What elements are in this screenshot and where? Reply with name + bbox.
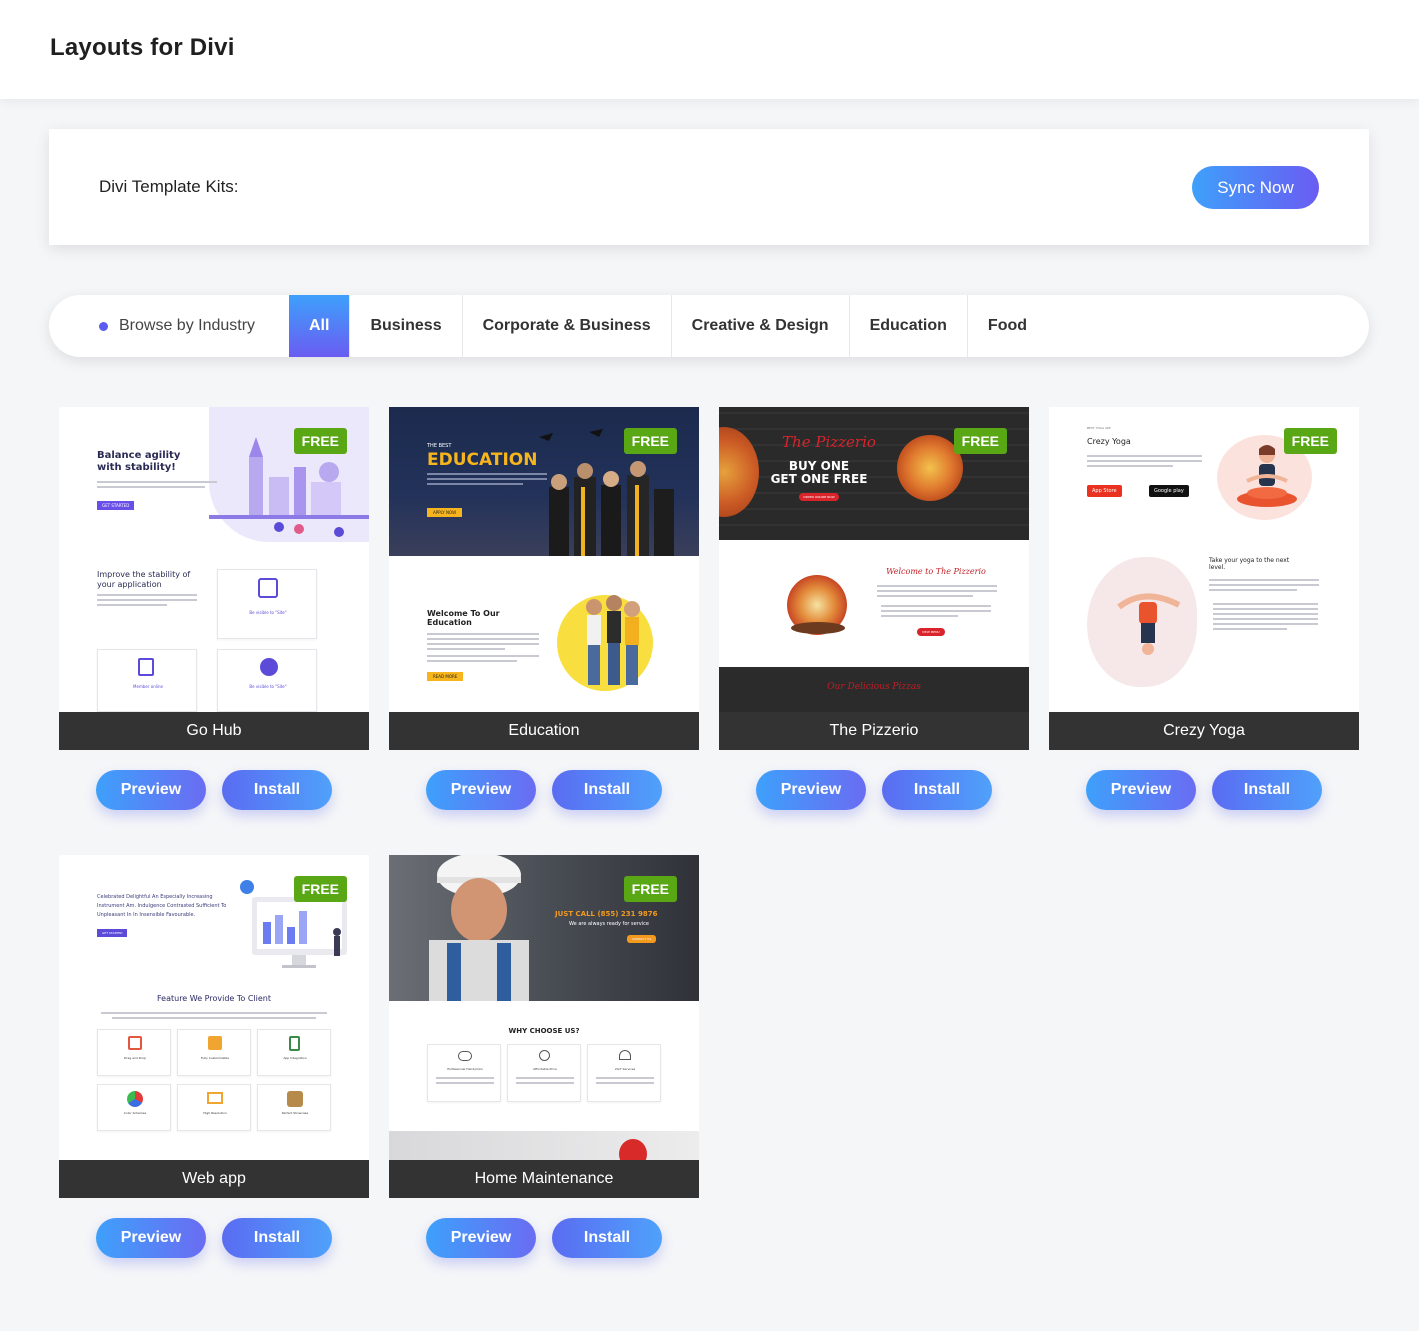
preview-button[interactable]: Preview bbox=[96, 1218, 206, 1258]
thumb-logo: The Pizzerio bbox=[782, 433, 876, 451]
thumb-cta: GET STARTED bbox=[97, 501, 135, 510]
thumb-title: Crezy Yoga bbox=[1087, 437, 1131, 446]
layout-name: Crezy Yoga bbox=[1049, 712, 1359, 750]
browse-label: Browse by Industry bbox=[119, 317, 256, 334]
free-badge: FREE bbox=[293, 428, 347, 454]
thumb-section-title: Improve the stability of your applicatio… bbox=[97, 570, 191, 589]
free-badge: FREE bbox=[623, 428, 677, 454]
thumb-call: JUST CALL (855) 231 9876 bbox=[555, 910, 658, 918]
layout-card-home-maintenance: JUST CALL (855) 231 9876 We are always r… bbox=[389, 855, 699, 1258]
card-actions: Preview Install bbox=[426, 770, 662, 810]
page-title: Layouts for Divi bbox=[50, 34, 235, 61]
browse-by-industry: Browse by Industry bbox=[99, 295, 255, 357]
layout-thumbnail[interactable]: JUST CALL (855) 231 9876 We are always r… bbox=[389, 855, 699, 1160]
thumb-headline: Balance agility with stability! bbox=[97, 450, 181, 473]
install-button[interactable]: Install bbox=[222, 770, 332, 810]
free-badge: FREE bbox=[293, 876, 347, 902]
layout-name: Go Hub bbox=[59, 712, 369, 750]
layout-name: Education bbox=[389, 712, 699, 750]
layout-thumbnail[interactable]: The Pizzerio BUY ONE GET ONE FREE ORDER … bbox=[719, 407, 1029, 712]
layout-name: Home Maintenance bbox=[389, 1160, 699, 1198]
free-badge: FREE bbox=[953, 428, 1007, 454]
free-badge: FREE bbox=[1283, 428, 1337, 454]
template-kits-label: Divi Template Kits: bbox=[99, 177, 239, 196]
sync-now-button[interactable]: Sync Now bbox=[1192, 166, 1319, 209]
layout-card-go-hub: Balance agility with stability! GET STAR… bbox=[59, 407, 369, 810]
layout-thumbnail[interactable]: THE BEST EDUCATION APPLY NOW Welcome To … bbox=[389, 407, 699, 712]
thumb-section-title: Feature We Provide To Client bbox=[157, 994, 271, 1003]
preview-button[interactable]: Preview bbox=[756, 770, 866, 810]
thumb-headline: Celebrated Delightful An Especially Incr… bbox=[97, 894, 227, 918]
industry-filter-bar: Browse by Industry All Business Corporat… bbox=[49, 295, 1369, 357]
template-kits-panel: Divi Template Kits: Sync Now bbox=[49, 129, 1369, 245]
preview-button[interactable]: Preview bbox=[426, 1218, 536, 1258]
top-header: Layouts for Divi bbox=[0, 0, 1419, 99]
install-button[interactable]: Install bbox=[552, 770, 662, 810]
layout-thumbnail[interactable]: Celebrated Delightful An Especially Incr… bbox=[59, 855, 369, 1160]
layout-card-web-app: Celebrated Delightful An Especially Incr… bbox=[59, 855, 369, 1258]
card-actions: Preview Install bbox=[96, 1218, 332, 1258]
layout-card-crezy-yoga: BEST YOGA APP Crezy Yoga App Store Googl… bbox=[1049, 407, 1359, 810]
tab-education[interactable]: Education bbox=[850, 295, 968, 357]
layout-card-education: THE BEST EDUCATION APPLY NOW Welcome To … bbox=[389, 407, 699, 810]
thumb-section-title: Welcome To Our Education bbox=[427, 609, 500, 627]
preview-button[interactable]: Preview bbox=[426, 770, 536, 810]
card-actions: Preview Install bbox=[426, 1218, 662, 1258]
install-button[interactable]: Install bbox=[882, 770, 992, 810]
tab-creative-design[interactable]: Creative & Design bbox=[672, 295, 850, 357]
card-actions: Preview Install bbox=[96, 770, 332, 810]
layout-name: Web app bbox=[59, 1160, 369, 1198]
layout-name: The Pizzerio bbox=[719, 712, 1029, 750]
thumb-section-title: Take your yoga to the next level. bbox=[1209, 557, 1290, 571]
tab-business[interactable]: Business bbox=[350, 295, 463, 357]
thumb-section-title: WHY CHOOSE US? bbox=[508, 1027, 580, 1035]
industry-tabs: All Business Corporate & Business Creati… bbox=[289, 295, 1047, 357]
card-actions: Preview Install bbox=[1086, 770, 1322, 810]
tab-food[interactable]: Food bbox=[968, 295, 1047, 357]
layout-thumbnail[interactable]: BEST YOGA APP Crezy Yoga App Store Googl… bbox=[1049, 407, 1359, 712]
tab-all[interactable]: All bbox=[289, 295, 351, 357]
card-actions: Preview Install bbox=[756, 770, 992, 810]
bullet-dot-icon bbox=[99, 321, 108, 331]
preview-button[interactable]: Preview bbox=[96, 770, 206, 810]
thumb-headline: EDUCATION bbox=[427, 450, 538, 470]
layout-card-the-pizzerio: The Pizzerio BUY ONE GET ONE FREE ORDER … bbox=[719, 407, 1029, 810]
install-button[interactable]: Install bbox=[1212, 770, 1322, 810]
install-button[interactable]: Install bbox=[552, 1218, 662, 1258]
free-badge: FREE bbox=[623, 876, 677, 902]
preview-button[interactable]: Preview bbox=[1086, 770, 1196, 810]
layout-thumbnail[interactable]: Balance agility with stability! GET STAR… bbox=[59, 407, 369, 712]
install-button[interactable]: Install bbox=[222, 1218, 332, 1258]
tab-corporate-business[interactable]: Corporate & Business bbox=[463, 295, 672, 357]
